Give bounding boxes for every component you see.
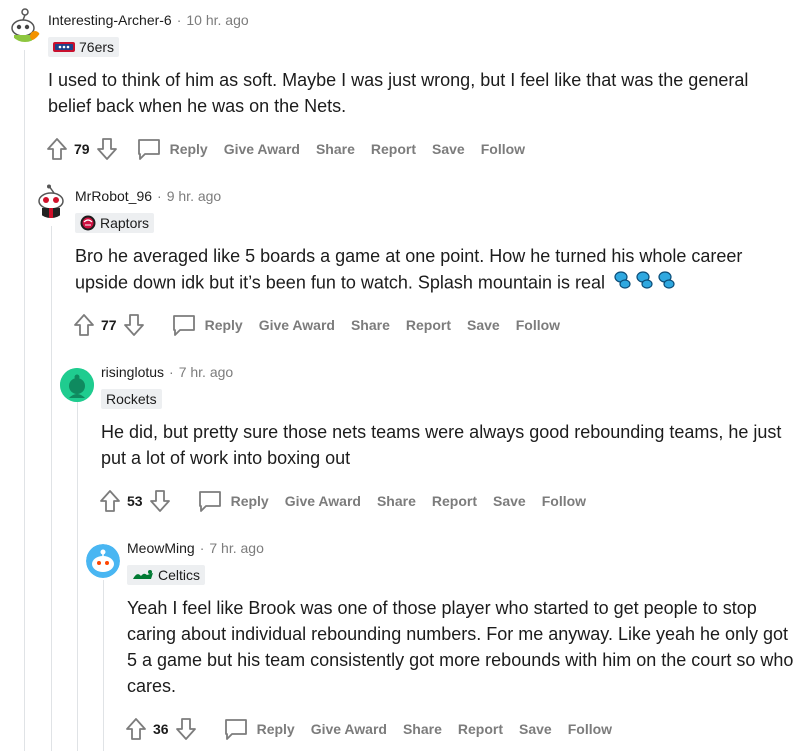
celtics-logo-icon [132,569,154,581]
share-button[interactable]: Share [377,493,416,509]
raptors-logo-icon [80,215,96,231]
user-flair: Raptors [75,213,155,233]
reply-label: Reply [230,493,269,509]
avatar[interactable] [34,184,68,218]
comment-actions: 79 Reply Give Award Share Report Save Fo… [46,136,525,162]
follow-button[interactable]: Follow [542,493,586,509]
comment-body: Yeah I feel like Brook was one of those … [127,598,794,696]
username[interactable]: Interesting-Archer-6 [48,12,172,28]
upvote-icon[interactable] [125,717,147,741]
follow-button[interactable]: Follow [481,141,525,157]
share-button[interactable]: Share [403,721,442,737]
share-button[interactable]: Share [316,141,355,157]
downvote-icon[interactable] [175,717,197,741]
save-button[interactable]: Save [519,721,552,737]
report-button[interactable]: Report [432,493,477,509]
user-flair: Celtics [127,565,206,585]
give-award-button[interactable]: Give Award [259,317,335,333]
timestamp[interactable]: 9 hr. ago [167,188,222,204]
timestamp[interactable]: 7 hr. ago [209,540,264,556]
flair-text: Rockets [106,391,157,407]
thread-line[interactable] [24,50,25,751]
downvote-icon[interactable] [123,313,145,337]
comment-icon [136,137,162,161]
reply-button[interactable]: Reply [215,717,295,741]
give-award-button[interactable]: Give Award [285,493,361,509]
flair-text: Raptors [100,215,150,231]
flair-text: Celtics [158,567,201,583]
downvote-icon[interactable] [149,489,171,513]
save-button[interactable]: Save [493,493,526,509]
report-button[interactable]: Report [371,141,416,157]
save-button[interactable]: Save [467,317,500,333]
flair-text: 76ers [79,39,115,55]
timestamp[interactable]: 10 hr. ago [186,12,248,28]
report-button[interactable]: Report [406,317,451,333]
thread-line[interactable] [77,402,78,751]
username[interactable]: MrRobot_96 [75,188,152,204]
splash-droplets-icon [613,269,679,298]
comment-body: I used to think of him as soft. Maybe I … [48,70,749,116]
thread-line[interactable] [51,226,52,751]
separator: · [169,364,174,380]
reply-label: Reply [256,721,295,737]
downvote-icon[interactable] [96,137,118,161]
comment-body: Bro he averaged like 5 boards a game at … [75,243,787,298]
comment-icon [197,489,223,513]
comment-icon [171,313,197,337]
reply-button[interactable]: Reply [189,489,269,513]
avatar[interactable] [86,544,120,578]
upvote-icon[interactable] [99,489,121,513]
vote-count: 77 [101,317,117,333]
follow-button[interactable]: Follow [568,721,612,737]
upvote-icon[interactable] [73,313,95,337]
username[interactable]: risinglotus [101,364,164,380]
reply-button[interactable]: Reply [136,137,208,161]
give-award-button[interactable]: Give Award [311,721,387,737]
user-flair: 76ers [48,37,120,57]
user-flair: Rockets [101,389,162,409]
comment-actions: 53 Reply Give Award Share Report Save Fo… [99,488,586,514]
separator: · [199,540,205,556]
vote-count: 36 [153,721,169,737]
report-button[interactable]: Report [458,721,503,737]
reply-label: Reply [169,141,208,157]
save-button[interactable]: Save [432,141,465,157]
upvote-icon[interactable] [46,137,68,161]
avatar[interactable] [60,368,94,402]
comment-body: He did, but pretty sure those nets teams… [101,422,782,468]
reply-label: Reply [204,317,243,333]
comment-icon [223,717,249,741]
avatar[interactable] [8,8,42,42]
timestamp[interactable]: 7 hr. ago [179,364,234,380]
reply-button[interactable]: Reply [163,313,243,337]
thread-line[interactable] [103,580,104,751]
separator: · [157,188,162,204]
comment-actions: 77 Reply Give Award Share Report Save Fo… [73,312,560,338]
vote-count: 79 [74,141,90,157]
separator: · [176,12,182,28]
follow-button[interactable]: Follow [516,317,560,333]
share-button[interactable]: Share [351,317,390,333]
give-award-button[interactable]: Give Award [224,141,300,157]
username[interactable]: MeowMing [127,540,195,556]
comment-actions: 36 Reply Give Award Share Report Save Fo… [125,716,612,742]
76ers-logo-icon [53,41,75,53]
vote-count: 53 [127,493,143,509]
